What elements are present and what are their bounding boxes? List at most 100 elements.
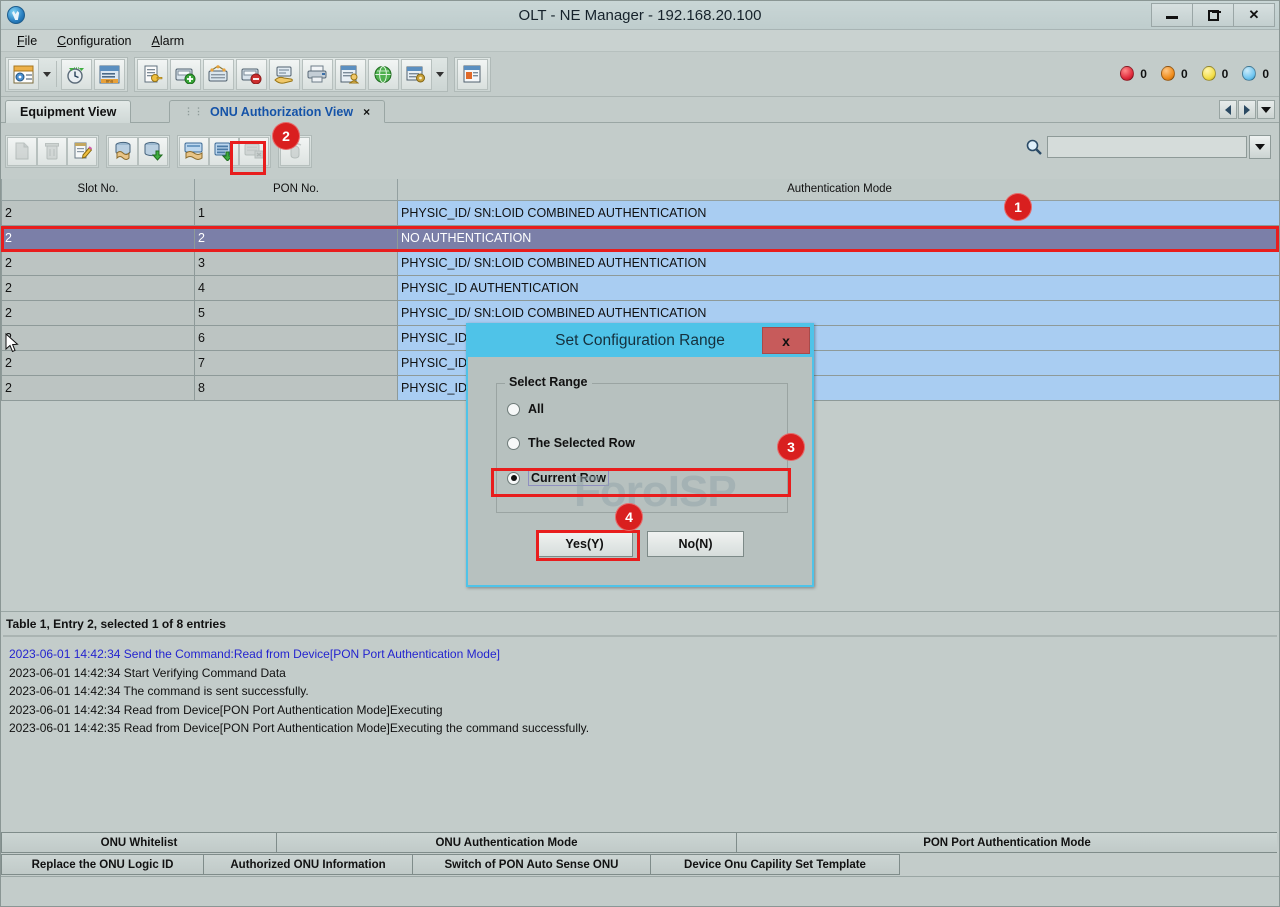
close-button[interactable]: ✕ — [1233, 3, 1275, 27]
cell-slot: 2 — [2, 275, 195, 300]
ne-panel-dropdown-arrow[interactable] — [40, 59, 53, 90]
database-write-icon — [143, 141, 163, 161]
table-row[interactable]: 2 3 PHYSIC_ID/ SN:LOID COMBINED AUTHENTI… — [2, 250, 1280, 275]
menu-file[interactable]: File — [7, 32, 47, 50]
yes-button[interactable]: Yes(Y) — [536, 531, 633, 557]
user-list-icon — [340, 65, 361, 84]
annotation-badge-3-label: 3 — [787, 439, 795, 455]
tab-close-icon[interactable]: × — [363, 105, 370, 119]
delete-entry-button[interactable] — [37, 137, 67, 166]
menu-configuration-rest: onfiguration — [66, 34, 131, 48]
search-icon[interactable] — [1021, 135, 1047, 159]
svg-text:onu: onu — [106, 78, 114, 83]
delete-row-button[interactable] — [239, 137, 269, 166]
row-write-icon — [214, 141, 234, 161]
search-dropdown-icon[interactable] — [1249, 135, 1271, 159]
all-radio[interactable] — [507, 403, 520, 416]
bottom-tab-replace-onu-logic-id[interactable]: Replace the ONU Logic ID — [1, 854, 204, 875]
cell-slot: 2 — [2, 300, 195, 325]
maximize-button[interactable] — [1192, 3, 1234, 27]
the-selected-row-radio-row[interactable]: The Selected Row — [507, 436, 635, 450]
report-button[interactable] — [457, 59, 488, 90]
column-header-pon-no[interactable]: PON No. — [195, 179, 398, 200]
new-entry-button[interactable] — [7, 137, 37, 166]
window-controls: ✕ — [1152, 3, 1275, 27]
major-alarm-dot — [1161, 66, 1175, 81]
toolbar-group-devices — [134, 57, 448, 92]
read-table-button[interactable] — [108, 137, 138, 166]
log-line: 2023-06-01 14:42:34 Send the Command:Rea… — [9, 645, 1271, 664]
globe-refresh-icon — [373, 65, 394, 84]
next-tab-icon[interactable] — [1238, 100, 1256, 119]
cell-auth: PHYSIC_ID/ SN:LOID COMBINED AUTHENTICATI… — [398, 200, 1280, 225]
all-radio-row[interactable]: All — [507, 402, 544, 416]
prev-tab-icon[interactable] — [1219, 100, 1237, 119]
current-row-radio[interactable] — [507, 472, 520, 485]
write-table-button[interactable] — [138, 137, 168, 166]
bottom-status-area — [1, 876, 1279, 906]
annotation-badge-3: 3 — [777, 433, 805, 461]
printer-button[interactable] — [302, 59, 333, 90]
table-row[interactable]: 2 4 PHYSIC_ID AUTHENTICATION — [2, 275, 1280, 300]
bottom-tab-onu-whitelist[interactable]: ONU Whitelist — [1, 832, 277, 853]
clock-sync-icon — [66, 65, 87, 84]
bottom-tab-label: Replace the ONU Logic ID — [32, 859, 174, 871]
globe-button[interactable] — [368, 59, 399, 90]
trash-icon — [42, 141, 62, 161]
device-deliver-button[interactable] — [269, 59, 300, 90]
remove-device-button[interactable] — [236, 59, 267, 90]
set-configuration-range-dialog: Set Configuration Range x ForoISP Select… — [466, 323, 814, 587]
bottom-tab-pon-port-authentication-mode[interactable]: PON Port Authentication Mode — [737, 832, 1277, 853]
settings-window-button[interactable] — [401, 59, 432, 90]
column-header-authentication-mode[interactable]: Authentication Mode — [398, 179, 1280, 200]
bottom-tab-device-onu-capility-set-template[interactable]: Device Onu Capility Set Template — [651, 854, 900, 875]
bottom-tabs-row-1: ONU Whitelist ONU Authentication Mode PO… — [1, 832, 1279, 854]
column-header-slot-no[interactable]: Slot No. — [2, 179, 195, 200]
cell-auth: PHYSIC_ID/ SN:LOID COMBINED AUTHENTICATI… — [398, 300, 1280, 325]
database-read-icon — [113, 141, 133, 161]
tab-navigation — [1218, 100, 1275, 119]
user-list-button[interactable] — [335, 59, 366, 90]
ne-panel-button[interactable] — [8, 59, 39, 90]
table-row[interactable]: 2 5 PHYSIC_ID/ SN:LOID COMBINED AUTHENTI… — [2, 300, 1280, 325]
bottom-tab-onu-authentication-mode[interactable]: ONU Authentication Mode — [277, 832, 737, 853]
critical-alarm-count: 0 — [1140, 67, 1147, 81]
table-row[interactable]: 2 1 PHYSIC_ID/ SN:LOID COMBINED AUTHENTI… — [2, 200, 1280, 225]
tab-list-icon[interactable] — [1257, 100, 1275, 119]
bottom-tab-authorized-onu-information[interactable]: Authorized ONU Information — [204, 854, 413, 875]
bottom-tab-label: Switch of PON Auto Sense ONU — [444, 859, 618, 871]
critical-alarm[interactable]: 0 — [1120, 66, 1147, 81]
minimize-button[interactable] — [1151, 3, 1193, 27]
device-add-icon — [175, 65, 196, 84]
timing-button[interactable] — [61, 59, 92, 90]
minor-alarm[interactable]: 0 — [1202, 66, 1229, 81]
bottom-tab-switch-of-pon-auto-sense-onu[interactable]: Switch of PON Auto Sense ONU — [413, 854, 651, 875]
discover-devices-button[interactable] — [203, 59, 234, 90]
tab-equipment-view[interactable]: Equipment View — [5, 100, 131, 123]
table-row-selected[interactable]: 2 2 NO AUTHENTICATION — [2, 225, 1280, 250]
read-row-button[interactable] — [179, 137, 209, 166]
menu-alarm[interactable]: Alarm — [142, 32, 195, 50]
no-button[interactable]: No(N) — [647, 531, 744, 557]
menu-configuration[interactable]: Configuration — [47, 32, 141, 50]
the-selected-row-radio[interactable] — [507, 437, 520, 450]
bottom-tabs-row-2: Replace the ONU Logic ID Authorized ONU … — [1, 854, 1279, 876]
cell-pon: 3 — [195, 250, 398, 275]
auth-key-button[interactable] — [137, 59, 168, 90]
major-alarm[interactable]: 0 — [1161, 66, 1188, 81]
tab-onu-authorization-view[interactable]: ⋮⋮ ONU Authorization View × — [169, 100, 385, 123]
settings-window-dropdown-arrow[interactable] — [433, 59, 446, 90]
warning-alarm[interactable]: 0 — [1242, 66, 1269, 81]
write-row-button[interactable] — [209, 137, 239, 166]
command-log-pane[interactable]: 2023-06-01 14:42:34 Send the Command:Rea… — [3, 635, 1277, 829]
onu-list-button[interactable]: onu — [94, 59, 125, 90]
add-device-button[interactable] — [170, 59, 201, 90]
edit-entry-button[interactable] — [67, 137, 97, 166]
current-row-radio-row[interactable]: Current Row — [507, 470, 609, 486]
menu-file-rest: ile — [25, 34, 38, 48]
dialog-close-button[interactable]: x — [762, 327, 810, 354]
table-status-line: Table 1, Entry 2, selected 1 of 8 entrie… — [1, 611, 1279, 635]
printer-network-icon — [307, 65, 328, 84]
search-input[interactable] — [1047, 136, 1247, 158]
window-settings-icon — [406, 65, 427, 84]
